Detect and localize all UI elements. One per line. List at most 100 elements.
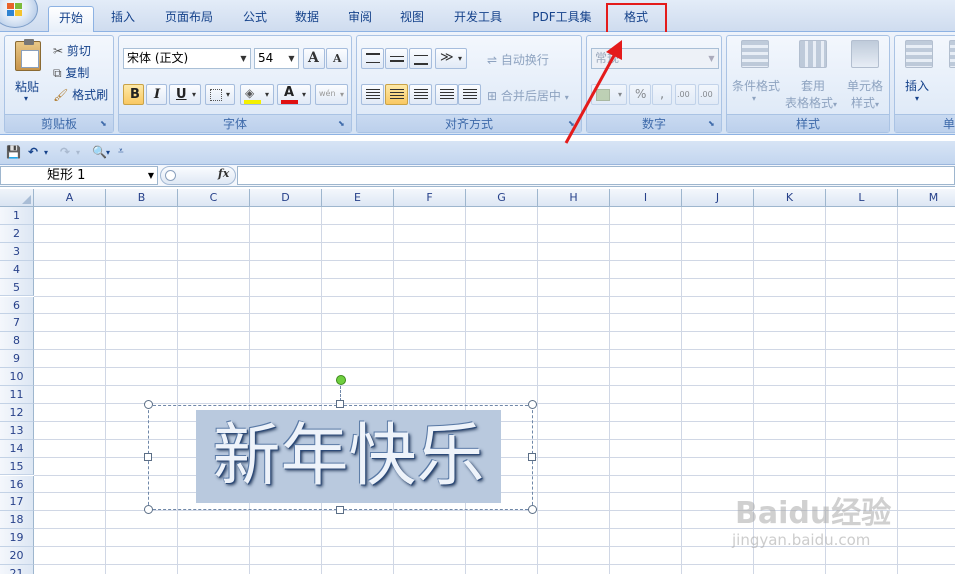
undo-icon[interactable]: ↶ — [28, 145, 38, 159]
fill-color-button[interactable]: ◈ ▾ — [240, 84, 274, 105]
paste-dropdown-icon[interactable]: ▾ — [24, 94, 28, 103]
wordart-text[interactable]: 新年快乐 — [196, 410, 501, 503]
chevron-down-icon[interactable]: ▾ — [752, 94, 756, 103]
merge-center-button[interactable]: ⊞ 合并后居中 ▾ — [487, 87, 569, 104]
redo-icon[interactable]: ↷ — [60, 145, 70, 159]
tab-insert[interactable]: 插入 — [100, 6, 146, 32]
resize-handle-left[interactable] — [144, 453, 152, 461]
decrease-decimal-button[interactable]: .00 — [698, 84, 719, 105]
dialog-launcher-icon[interactable]: ⬊ — [568, 119, 578, 129]
row-header[interactable]: 2 — [0, 224, 34, 243]
row-header[interactable]: 1 — [0, 207, 34, 225]
tab-formulas[interactable]: 公式 — [232, 6, 278, 32]
underline-button[interactable]: U ▾ — [169, 84, 201, 105]
row-header[interactable]: 9 — [0, 350, 34, 369]
select-all-corner[interactable] — [0, 189, 34, 207]
format-painter-button[interactable]: 🖌 格式刷 — [53, 86, 108, 103]
resize-handle-bottom[interactable] — [336, 506, 344, 514]
tab-home[interactable]: 开始 — [48, 6, 94, 33]
copy-button[interactable]: ⧉ 复制 — [53, 64, 89, 81]
customize-toolbar-icon[interactable]: ⩡ — [118, 146, 124, 157]
insert-cells-button[interactable]: 插入 — [905, 77, 929, 94]
print-preview-icon[interactable]: 🔍 — [92, 145, 107, 159]
column-header[interactable]: K — [754, 189, 826, 207]
wrap-text-button[interactable]: ⇌ 自动换行 — [487, 51, 549, 68]
chevron-down-icon[interactable]: ▾ — [915, 94, 919, 103]
tab-view[interactable]: 视图 — [389, 6, 435, 32]
row-header[interactable]: 4 — [0, 260, 34, 279]
number-format-combo[interactable]: 常规 ▼ — [591, 48, 719, 69]
insert-function-button[interactable]: fx — [218, 167, 229, 180]
name-box[interactable]: 矩形 1 ▼ — [0, 166, 158, 185]
resize-handle-top-right[interactable] — [528, 400, 537, 409]
percent-button[interactable]: % — [629, 84, 651, 105]
cell-styles-button[interactable]: 样式▾ — [851, 94, 879, 111]
table-format-button[interactable]: 表格格式▾ — [785, 94, 837, 111]
resize-handle-top-left[interactable] — [144, 400, 153, 409]
rotation-handle[interactable] — [336, 375, 346, 385]
font-color-button[interactable]: A ▾ — [277, 84, 311, 105]
cut-button[interactable]: ✂ 剪切 — [53, 42, 91, 59]
dialog-launcher-icon[interactable]: ⬊ — [100, 119, 110, 129]
formula-input[interactable] — [237, 166, 955, 185]
preview-dropdown-icon[interactable]: ▾ — [106, 148, 110, 157]
tab-pdf-tools[interactable]: PDF工具集 — [525, 6, 599, 32]
increase-decimal-button[interactable]: .00 — [675, 84, 696, 105]
column-header[interactable]: C — [178, 189, 250, 207]
border-button[interactable]: ▾ — [205, 84, 235, 105]
resize-handle-top[interactable] — [336, 400, 344, 408]
decrease-indent-button[interactable] — [435, 84, 458, 105]
row-header[interactable]: 10 — [0, 368, 34, 386]
redo-dropdown-icon[interactable]: ▾ — [76, 148, 80, 157]
align-center-button[interactable] — [385, 84, 408, 105]
row-header[interactable]: 19 — [0, 529, 34, 548]
row-header[interactable]: 3 — [0, 242, 34, 261]
tab-page-layout[interactable]: 页面布局 — [158, 6, 220, 32]
currency-button[interactable]: ▾ — [591, 84, 627, 105]
font-name-combo[interactable]: 宋体 (正文) ▼ — [123, 48, 251, 69]
column-header[interactable]: F — [394, 189, 466, 207]
comma-button[interactable]: , — [652, 84, 672, 105]
column-header[interactable]: H — [538, 189, 610, 207]
bold-button[interactable]: B — [123, 84, 144, 105]
tab-developer[interactable]: 开发工具 — [446, 6, 510, 32]
dialog-launcher-icon[interactable]: ⬊ — [708, 119, 718, 129]
row-header[interactable]: 14 — [0, 439, 34, 458]
resize-handle-right[interactable] — [528, 453, 536, 461]
row-header[interactable]: 17 — [0, 493, 34, 512]
row-header[interactable]: 16 — [0, 475, 34, 494]
tab-review[interactable]: 审阅 — [337, 6, 383, 32]
phonetic-button[interactable]: wén ▾ — [315, 84, 348, 105]
tab-data[interactable]: 数据 — [284, 6, 330, 32]
row-header[interactable]: 8 — [0, 332, 34, 351]
row-header[interactable]: 15 — [0, 457, 34, 476]
dialog-launcher-icon[interactable]: ⬊ — [338, 119, 348, 129]
resize-handle-bottom-left[interactable] — [144, 505, 153, 514]
column-header[interactable]: M — [898, 189, 955, 207]
save-icon[interactable]: 💾 — [6, 145, 21, 159]
column-header[interactable]: I — [610, 189, 682, 207]
row-header[interactable]: 20 — [0, 547, 34, 565]
resize-handle-bottom-right[interactable] — [528, 505, 537, 514]
row-header[interactable]: 21 — [0, 565, 34, 574]
row-header[interactable]: 13 — [0, 421, 34, 440]
row-header[interactable]: 5 — [0, 278, 34, 297]
font-size-combo[interactable]: 54 ▼ — [254, 48, 299, 69]
column-header[interactable]: D — [250, 189, 322, 207]
column-header[interactable]: L — [826, 189, 898, 207]
row-header[interactable]: 6 — [0, 296, 34, 315]
column-header[interactable]: E — [322, 189, 394, 207]
row-header[interactable]: 11 — [0, 386, 34, 404]
undo-dropdown-icon[interactable]: ▾ — [44, 148, 48, 157]
paste-button[interactable]: 粘贴 — [15, 78, 39, 95]
column-header[interactable]: J — [682, 189, 754, 207]
row-header[interactable]: 7 — [0, 314, 34, 333]
align-top-button[interactable] — [361, 48, 384, 69]
office-button[interactable] — [0, 0, 38, 28]
align-right-button[interactable] — [409, 84, 432, 105]
grow-font-button[interactable]: A — [303, 48, 325, 69]
row-header[interactable]: 12 — [0, 403, 34, 422]
column-header[interactable]: G — [466, 189, 538, 207]
italic-button[interactable]: I — [146, 84, 167, 105]
align-middle-button[interactable] — [385, 48, 408, 69]
